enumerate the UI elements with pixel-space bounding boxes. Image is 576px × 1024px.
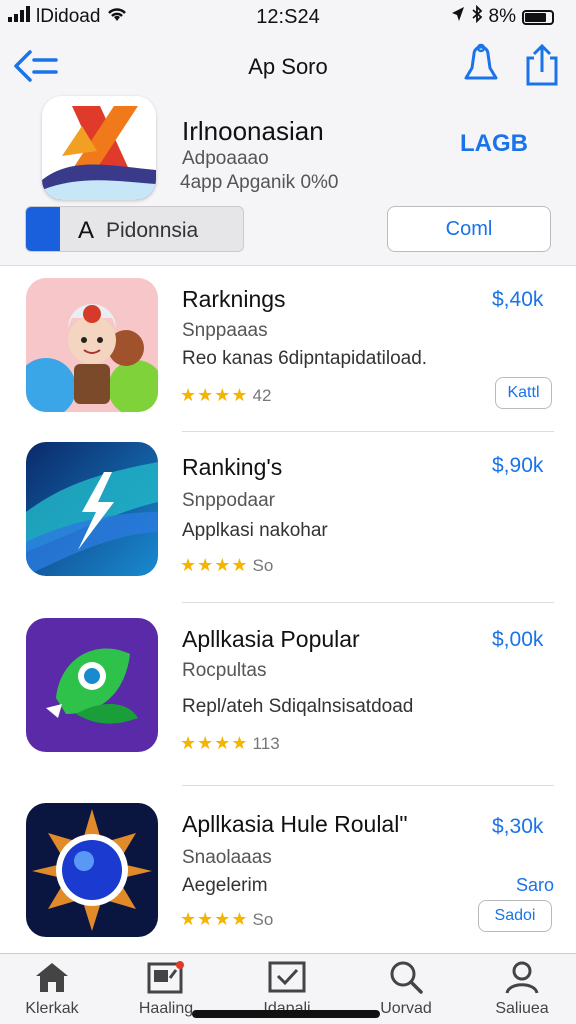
list-item[interactable]: Ranking's Snppodaar Applkasi nakohar ★★★… — [0, 442, 576, 602]
item-title: Ranking's — [182, 454, 283, 480]
home-indicator[interactable] — [192, 1010, 380, 1018]
status-right: 8% — [451, 4, 554, 29]
featured-app-name: Irlnoonasian — [182, 116, 324, 146]
home-icon — [36, 963, 68, 992]
item-action-button[interactable]: Kattl — [495, 377, 552, 409]
item-price[interactable]: $,40k — [492, 288, 543, 312]
app-logo-icon[interactable] — [42, 96, 156, 200]
divider — [182, 431, 554, 432]
status-bar: lDidoad 8% — [0, 0, 576, 34]
battery-icon — [522, 9, 554, 25]
compass-icon[interactable] — [26, 803, 158, 937]
check-icon — [268, 961, 306, 993]
rating-stars: ★★★★ 113 — [180, 733, 280, 754]
rating-count: 42 — [252, 386, 272, 405]
bluetooth-icon — [471, 4, 483, 29]
divider — [182, 602, 554, 603]
bird-icon[interactable] — [26, 618, 158, 752]
item-price[interactable]: $,30k — [492, 815, 543, 839]
get-button[interactable]: LAGB — [460, 130, 528, 158]
tab-label: Saliuea — [495, 1000, 549, 1017]
bell-icon[interactable] — [460, 42, 502, 86]
list-item[interactable]: Apllkasia Hule Roulal" Snaolaaas Aegeler… — [0, 803, 576, 963]
selector-accent — [26, 207, 60, 251]
rating-count: So — [252, 910, 274, 929]
item-description: Aegelerim — [182, 875, 268, 896]
item-description: Applkasi nakohar — [182, 520, 328, 541]
stars-icon: ★★★★ — [180, 385, 249, 405]
item-description: Repl/ateh Sdiqalnsisatdoad — [182, 696, 414, 717]
stars-icon: ★★★★ — [180, 555, 249, 575]
battery-percent: 8% — [488, 6, 516, 27]
item-price[interactable]: $,00k — [492, 628, 543, 652]
rating-stars: ★★★★ 42 — [180, 385, 271, 406]
bolt-icon[interactable] — [26, 442, 158, 576]
item-link[interactable]: Saro — [516, 875, 554, 896]
rating-stars: ★★★★ So — [180, 909, 273, 930]
language-selector[interactable]: A Pidonnsia — [25, 206, 244, 252]
stars-icon: ★★★★ — [180, 909, 249, 929]
item-price[interactable]: $,90k — [492, 454, 543, 478]
person-icon — [505, 961, 539, 994]
status-left: lDidoad — [8, 6, 128, 28]
item-subtitle: Snppodaar — [182, 490, 275, 511]
list-item[interactable]: Rarknings Snppaaas Reo kanas 6dipntapida… — [0, 278, 576, 438]
item-subtitle: Snaolaaas — [182, 847, 272, 868]
item-subtitle: Snppaaas — [182, 320, 268, 341]
list-item[interactable]: Apllkasia Popular Rocpultas Repl/ateh Sd… — [0, 618, 576, 778]
item-title: Rarknings — [182, 286, 286, 312]
location-icon — [451, 6, 465, 28]
featured-app-subtitle: Adpoaaao — [182, 148, 269, 169]
selector-letter: A — [78, 217, 95, 244]
stars-icon: ★★★★ — [180, 733, 249, 753]
item-title: Apllkasia Popular — [182, 626, 360, 652]
item-subtitle: Rocpultas — [182, 660, 267, 681]
selector-text: Pidonnsia — [106, 219, 199, 242]
item-action-button[interactable]: Sadoi — [478, 900, 552, 932]
featured-app-meta: 4app Apganik 0%0 — [180, 172, 339, 193]
tab-profile[interactable]: Saliuea — [472, 960, 572, 1022]
carrier-label: lDidoad — [36, 6, 101, 27]
divider — [182, 785, 554, 786]
news-icon — [147, 961, 184, 994]
tab-home[interactable]: Klerkak — [2, 960, 102, 1022]
tab-label: Klerkak — [25, 1000, 79, 1017]
character-icon[interactable] — [26, 278, 158, 412]
rating-stars: ★★★★ So — [180, 555, 273, 576]
signal-icon — [8, 6, 30, 28]
rating-count: So — [252, 556, 274, 575]
share-icon[interactable] — [522, 42, 562, 86]
rating-count: 113 — [252, 734, 280, 753]
wifi-icon — [106, 6, 128, 28]
featured-app-header: Irlnoonasian Adpoaaao 4app Apganik 0%0 L… — [0, 96, 576, 266]
item-title: Apllkasia Hule Roulal" — [182, 811, 408, 837]
action-button[interactable]: Coml — [387, 206, 551, 252]
nav-bar: Ap Soro — [0, 34, 576, 96]
search-icon — [390, 961, 423, 994]
item-description: Reo kanas 6dipntapidatiload. — [182, 348, 428, 369]
